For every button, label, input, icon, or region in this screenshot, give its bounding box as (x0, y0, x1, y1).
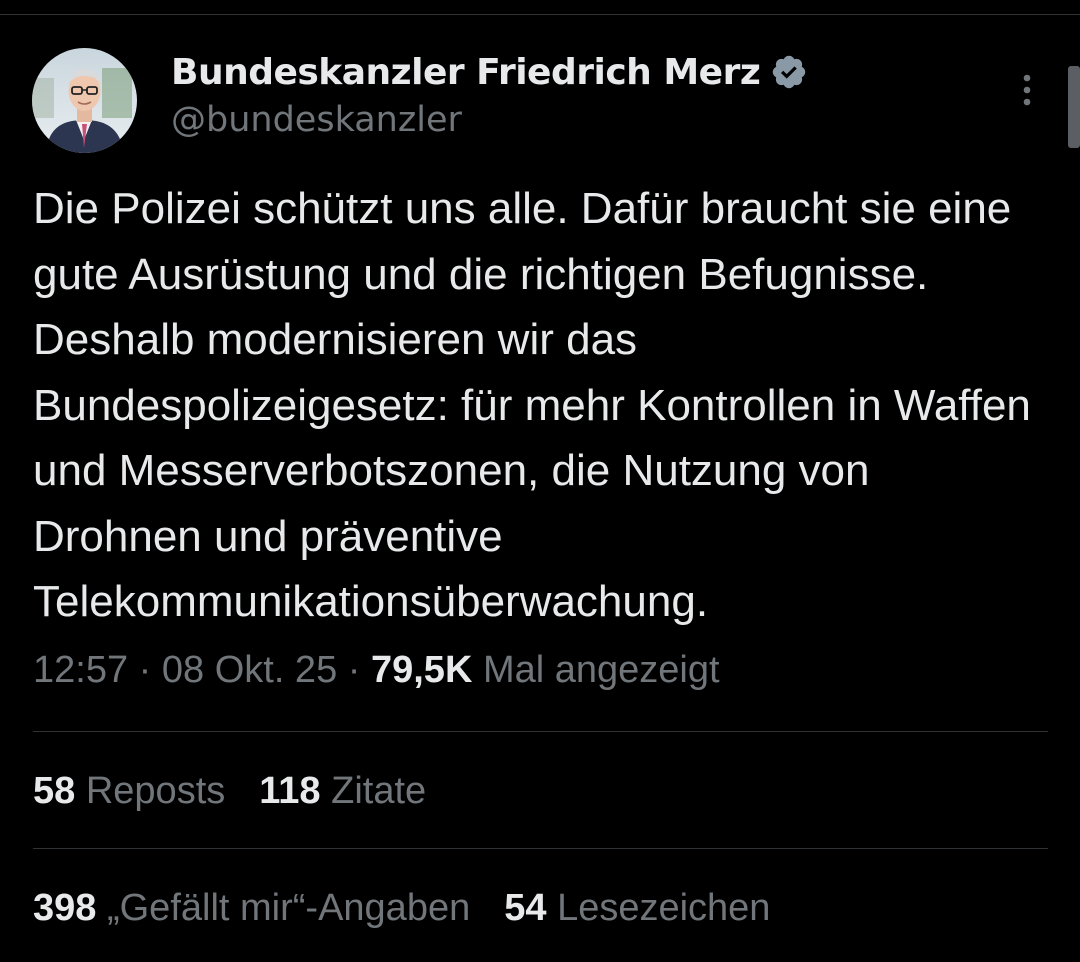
stats-row-likes-bookmarks: 398 „Gefällt mir“-Angaben 54 Lesezeichen (33, 887, 770, 930)
views-label: Mal angezeigt (482, 649, 720, 691)
reposts-stat[interactable]: 58 Reposts (33, 770, 225, 813)
divider (33, 848, 1048, 849)
stats-row-reposts-quotes: 58 Reposts 118 Zitate (33, 770, 426, 813)
views-count: 79,5K (370, 649, 473, 691)
reposts-count: 58 (33, 770, 76, 812)
author-name-row[interactable]: Bundeskanzler Friedrich Merz (171, 50, 808, 94)
avatar[interactable] (32, 48, 137, 153)
bookmarks-label: Lesezeichen (557, 887, 771, 929)
author-name[interactable]: Bundeskanzler Friedrich Merz (171, 52, 761, 93)
tweet-meta: 12:57 · 08 Okt. 25 · 79,5K Mal angezeigt (33, 649, 720, 692)
reposts-label: Reposts (85, 770, 226, 812)
top-divider (0, 14, 1080, 15)
quotes-stat[interactable]: 118 Zitate (259, 770, 426, 813)
more-vertical-icon[interactable] (1016, 72, 1038, 112)
quotes-label: Zitate (331, 770, 427, 812)
likes-label: „Gefällt mir“-Angaben (106, 887, 471, 929)
likes-stat[interactable]: 398 „Gefällt mir“-Angaben (33, 887, 470, 930)
likes-count: 398 (33, 887, 97, 929)
verified-badge-icon[interactable] (770, 53, 808, 91)
meta-separator: · (138, 649, 152, 691)
bookmarks-count: 54 (504, 887, 547, 929)
scrollbar-thumb[interactable] (1068, 66, 1080, 148)
meta-separator: · (347, 649, 361, 691)
tweet-text: Die Polizei schützt uns alle. Dafür brau… (33, 184, 1031, 626)
quotes-count: 118 (259, 770, 321, 812)
author-handle[interactable]: @bundeskanzler (171, 100, 462, 140)
tweet-date[interactable]: 08 Okt. 25 (162, 649, 337, 691)
avatar-image (32, 48, 137, 153)
tweet-time[interactable]: 12:57 (33, 649, 128, 691)
divider (33, 731, 1048, 732)
bookmarks-stat[interactable]: 54 Lesezeichen (504, 887, 770, 930)
